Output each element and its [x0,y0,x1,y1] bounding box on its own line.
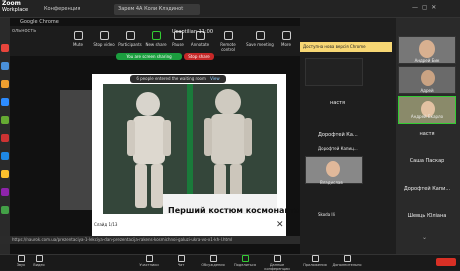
mute-button[interactable]: Mute [64,28,92,54]
save-meeting-button[interactable]: Save meeting [246,28,274,54]
left-dock [0,18,10,254]
close-icon[interactable]: ✕ [276,220,284,230]
participant-face [419,40,435,58]
chrome-icon[interactable] [1,44,9,52]
chrome-update-banner[interactable]: Доступна нова версія Chrome [300,42,392,52]
apps-button[interactable]: Приложения [300,255,330,267]
zoom-share-toolbar: Mute Stop video Participants New share P… [10,26,300,56]
stop-share-button[interactable]: Stop share [184,53,214,60]
window-controls[interactable]: — ▢ ✕ [412,4,458,14]
more-icon [281,31,291,40]
participant-name: настя [330,100,346,106]
more-button[interactable]: Дополнительно [332,255,362,267]
participant-name: Владислав [320,180,343,185]
stop-video-button[interactable]: Stop video [90,28,118,54]
view-waiting-room-link[interactable]: View [210,76,220,81]
app-icon-orange[interactable] [1,80,9,88]
cosmonaut-suits-photo [103,84,277,214]
more-button[interactable]: More [272,28,300,54]
discussions-button[interactable]: Обсуждения [198,255,228,267]
save-icon [255,31,265,40]
participant-name: Адрей [420,88,434,93]
chat-button[interactable]: Чат [166,255,196,267]
chat-icon [177,255,185,262]
app-icon-red[interactable] [1,134,9,142]
participants-button[interactable]: Участники [134,255,164,267]
slide-caption: Перший костюм космонавта [168,206,300,215]
remote-control-button[interactable]: Remote control [214,28,242,54]
waiting-room-notice[interactable]: 6 people entered the waiting room View [130,75,226,83]
participant-name: Шевць Юліана [407,213,447,219]
people-icon [145,255,153,262]
tab-active-meeting[interactable]: Зарем 4А Коли Клэдиноt [114,4,200,15]
share-icon [151,31,161,40]
share-button[interactable]: Поделиться [230,255,260,267]
discussion-icon [209,255,217,262]
microphone-icon [73,31,83,40]
participant-name: Андрей Бкарло [410,114,444,119]
app-brand: Zoom Workplace [2,1,29,14]
chevron-down-icon[interactable]: ⌄ [422,234,427,241]
share-icon [241,255,249,262]
participant-face [421,70,435,86]
app-top-bar: Zoom Workplace Конференция Зарем 4А Коли… [0,0,460,18]
participant-name: Дорофтей Ка... [318,132,358,138]
participant-name: Skoda Ili [318,212,335,217]
participant-name: Дорофтей Капи... [403,186,451,192]
brand-subtitle: Workplace [2,7,29,13]
slide-counter: Слайд 1/13 [94,222,118,227]
status-url: https://naurok.com.ua/prezentaciya-1-lek… [0,236,300,244]
meeting-timer: Ucaptilian 11:00 [172,29,214,35]
zoom-icon[interactable] [1,98,9,106]
app-icon-blue[interactable] [1,62,9,70]
waiting-room-text: 6 people entered the waiting room [136,76,206,81]
camera-icon [99,31,109,40]
participant-name: Дорофтей Капиц... [318,146,358,151]
app-icon-blue-2[interactable] [1,152,9,160]
participant-name: Саша Паскар [409,158,445,164]
tab-conference[interactable]: Конференция [40,4,104,15]
apps-icon [311,255,319,262]
app-icon-yellow[interactable] [1,170,9,178]
app-icon-purple[interactable] [1,188,9,196]
participant-name: Андрей Бик [414,58,440,63]
chrome-shortlabel: ольность [12,28,37,34]
end-meeting-button[interactable] [436,258,456,266]
participants-button[interactable]: Participants [116,28,144,54]
info-icon [273,255,281,262]
participant-name: настя [419,131,435,137]
app-icon-green[interactable] [1,116,9,124]
spacesuits-illustration [103,84,277,214]
app-icon-green-2[interactable] [1,206,9,214]
more-icon [343,255,351,262]
video-button[interactable]: Видео [24,255,54,267]
slide-background-left [60,90,92,210]
participant-face [326,161,340,177]
camera-icon [35,255,43,262]
participant-tile[interactable] [305,58,363,86]
meeting-info-button[interactable]: Данные конференции [262,255,292,271]
people-icon [125,31,135,40]
screen-sharing-indicator: You are screen sharing [116,53,182,60]
chrome-window-label: Google Chrome [20,19,59,25]
participant-video-active[interactable] [398,96,456,124]
mouse-icon [223,31,233,40]
